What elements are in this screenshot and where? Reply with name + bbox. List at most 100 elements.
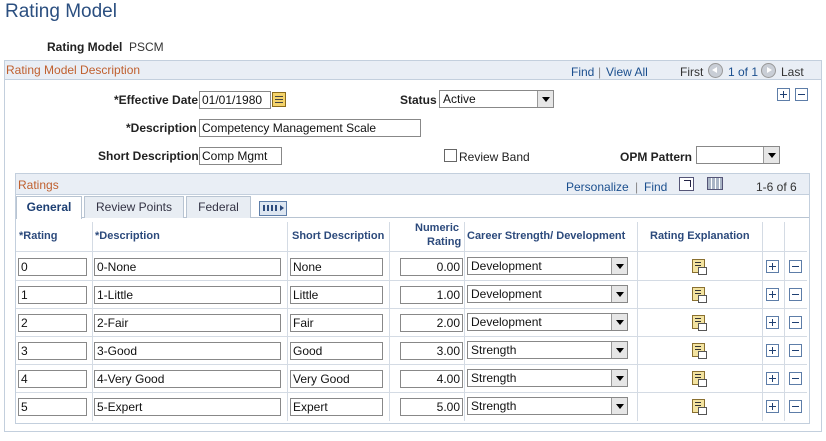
short-description-field[interactable]: Expert [290,398,383,416]
description-field[interactable]: Competency Management Scale [199,119,421,137]
career-value: Strength [471,343,517,357]
rating-field[interactable]: 1 [18,286,87,304]
ratings-find-link[interactable]: Find [644,180,667,194]
rating-explanation-icon[interactable] [692,399,707,415]
effective-date-field[interactable]: 01/01/1980 [199,91,271,109]
career-select[interactable]: Strength [467,341,628,359]
career-select[interactable]: Development [467,285,628,303]
delete-row-icon[interactable] [789,288,802,301]
add-row-icon[interactable] [766,372,779,385]
description-field[interactable]: 2-Fair [94,314,281,332]
ratings-title: Ratings [18,178,59,192]
download-grid-icon[interactable] [707,177,723,190]
col-explanation-header: Rating Explanation [650,230,750,242]
short-description-field[interactable]: Little [290,286,383,304]
first-label: First [680,65,704,79]
chevron-down-icon [611,398,627,414]
career-value: Development [471,315,542,329]
career-select[interactable]: Strength [467,369,628,387]
delete-row-icon[interactable] [789,344,802,357]
delete-row-icon[interactable] [789,260,802,273]
short-description-field[interactable]: Comp Mgmt [199,147,282,165]
view-all-link[interactable]: View All [606,65,648,79]
add-row-icon[interactable] [766,400,779,413]
add-row-icon[interactable] [766,260,779,273]
tab-general[interactable]: General [16,196,82,219]
description-field[interactable]: 1-Little [94,286,281,304]
tab-federal[interactable]: Federal [186,196,251,218]
last-label: Last [781,65,804,79]
delete-row-icon[interactable] [789,316,802,329]
new-window-icon[interactable] [679,177,694,191]
effective-date-label: *Effective Date [114,93,199,107]
delete-row-icon[interactable] [795,88,808,101]
short-description-field[interactable]: Fair [290,314,383,332]
rating-field[interactable]: 0 [18,258,87,276]
find-link[interactable]: Find [571,65,594,79]
career-value: Strength [471,399,517,413]
show-all-columns-icon[interactable] [259,201,287,216]
rating-explanation-icon[interactable] [692,259,707,275]
description-field[interactable]: 4-Very Good [94,370,281,388]
grid-line [16,280,807,281]
personalize-link[interactable]: Personalize [566,180,629,194]
opm-pattern-select[interactable] [696,146,780,164]
grid-line [16,308,807,309]
short-description-field[interactable]: Good [290,342,383,360]
separator: | [598,65,602,79]
ratings-range: 1-6 of 6 [756,180,797,194]
add-row-icon[interactable] [766,316,779,329]
description-field[interactable]: 0-None [94,258,281,276]
rating-field[interactable]: 3 [18,342,87,360]
grid-line [16,336,807,337]
delete-row-icon[interactable] [789,372,802,385]
grid-line [16,364,807,365]
numeric-rating-field[interactable]: 1.00 [400,286,463,304]
rating-field[interactable]: 2 [18,314,87,332]
calendar-icon[interactable] [272,92,286,107]
add-row-icon[interactable] [777,88,790,101]
rating-explanation-icon[interactable] [692,343,707,359]
rating-field[interactable]: 4 [18,370,87,388]
rating-explanation-icon[interactable] [692,287,707,303]
rating-explanation-icon[interactable] [692,371,707,387]
review-band-checkbox[interactable] [444,149,457,162]
status-value: Active [443,92,476,106]
career-value: Development [471,287,542,301]
short-description-label: Short Description [98,149,199,163]
short-description-field[interactable]: Very Good [290,370,383,388]
next-arrow-icon[interactable] [761,63,776,78]
numeric-rating-field[interactable]: 2.00 [400,314,463,332]
record-range: 1 of 1 [728,65,759,79]
tab-review-points[interactable]: Review Points [84,196,184,218]
previous-arrow-icon[interactable] [708,63,723,78]
numeric-rating-field[interactable]: 3.00 [400,342,463,360]
delete-row-icon[interactable] [789,400,802,413]
col-short-description-header: Short Description [292,230,385,242]
short-description-field[interactable]: None [290,258,383,276]
chevron-down-icon [763,147,779,163]
chevron-down-icon [611,286,627,302]
col-rating-header: *Rating [19,230,58,242]
description-field[interactable]: 3-Good [94,342,281,360]
col-numeric-header-line1: Numeric [415,222,460,234]
numeric-rating-field[interactable]: 0.00 [400,258,463,276]
chevron-down-icon [611,258,627,274]
rating-explanation-icon[interactable] [692,315,707,331]
career-select[interactable]: Development [467,257,628,275]
description-section-title: Rating Model Description [6,63,141,77]
add-row-icon[interactable] [766,288,779,301]
page-title: Rating Model [5,1,117,22]
numeric-rating-field[interactable]: 5.00 [400,398,463,416]
chevron-down-icon [537,91,553,107]
career-select[interactable]: Strength [467,397,628,415]
add-row-icon[interactable] [766,344,779,357]
status-label: Status [400,93,437,107]
status-select[interactable]: Active [439,90,554,108]
numeric-rating-field[interactable]: 4.00 [400,370,463,388]
separator: | [635,180,639,194]
chevron-down-icon [611,370,627,386]
rating-field[interactable]: 5 [18,398,87,416]
career-select[interactable]: Development [467,313,628,331]
description-field[interactable]: 5-Expert [94,398,281,416]
